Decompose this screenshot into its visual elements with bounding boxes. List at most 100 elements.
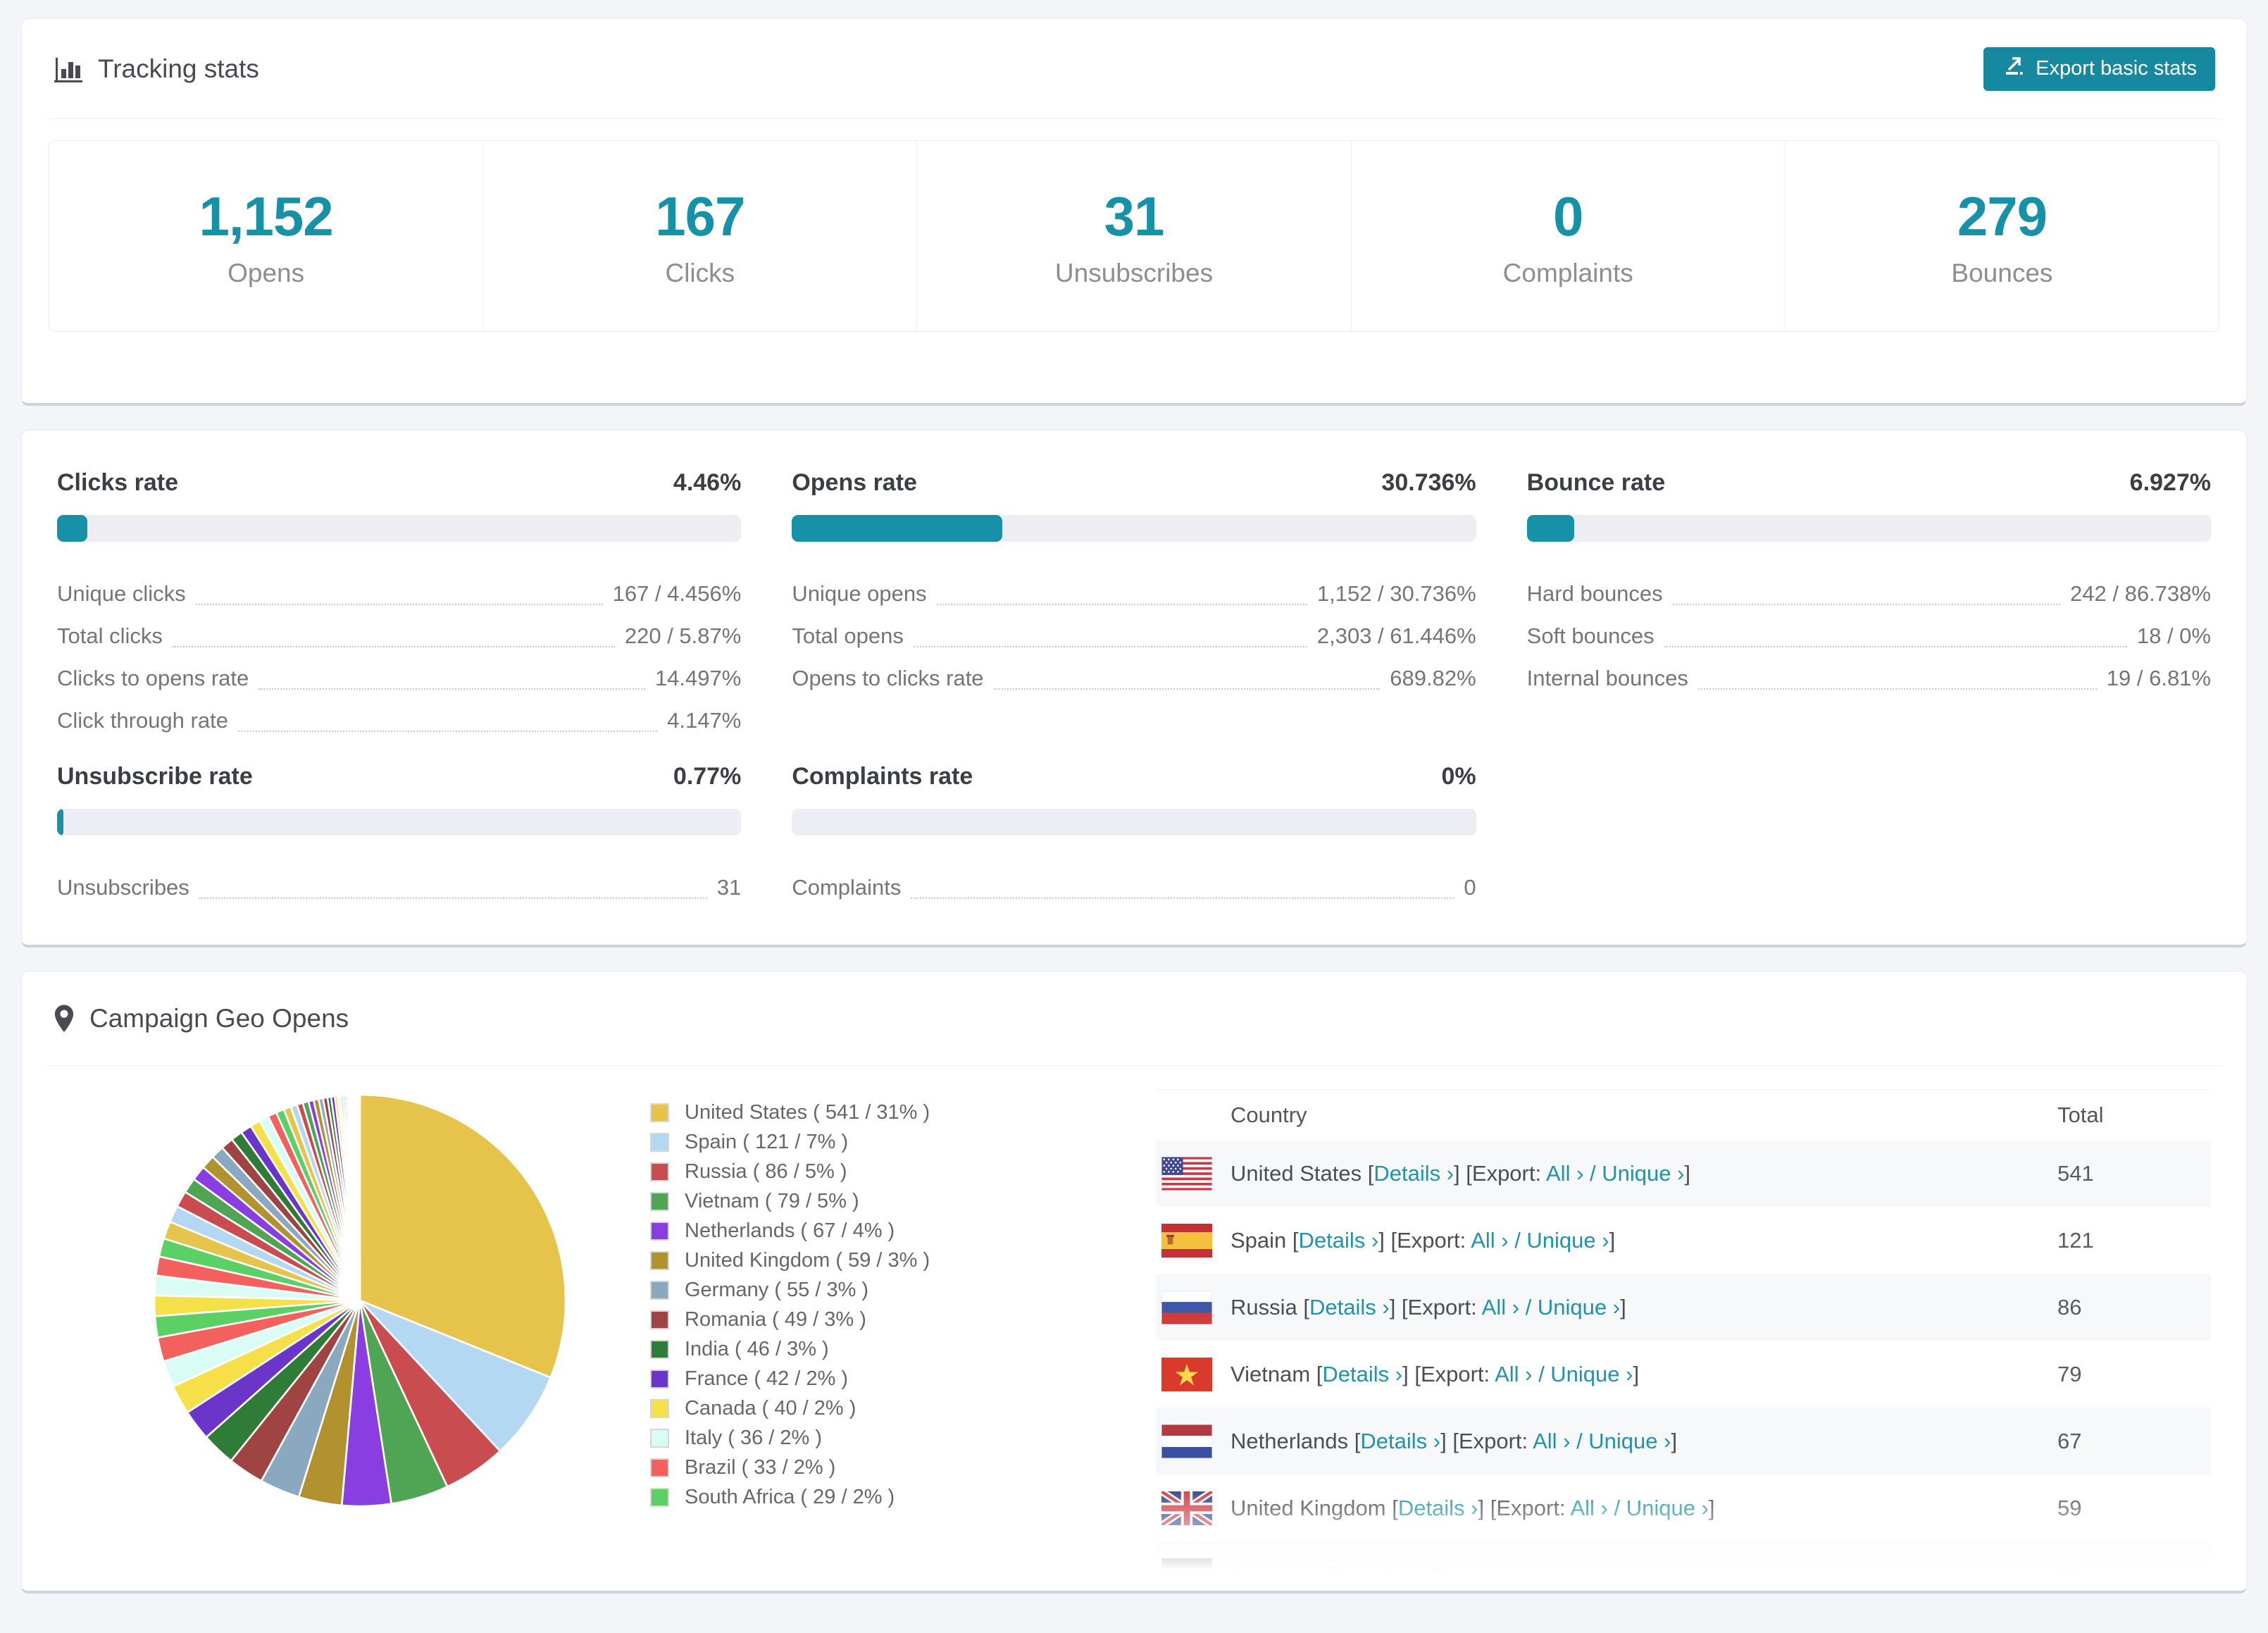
- export-icon: [2002, 54, 2026, 84]
- rate-stat-label: Soft bounces: [1526, 623, 1655, 648]
- legend-label: United Kingdom ( 59 / 3% ): [685, 1248, 930, 1272]
- legend-swatch: [650, 1191, 669, 1211]
- rate-stat-label: Unique clicks: [57, 581, 186, 606]
- progress-track: [57, 809, 742, 836]
- country-name: Vietnam: [1230, 1361, 1316, 1386]
- stat-label: Bounces: [1951, 258, 2053, 287]
- details-link[interactable]: Details ›: [1373, 1161, 1454, 1186]
- export-all-link[interactable]: All ›: [1482, 1295, 1519, 1320]
- country-total: 541: [2057, 1160, 2094, 1186]
- export-all-link[interactable]: All ›: [1504, 1563, 1542, 1587]
- stat-tile-opens: 1,152 Opens: [49, 141, 482, 331]
- rate-value: 4.46%: [673, 469, 742, 496]
- export-unique-link[interactable]: Unique ›: [1561, 1563, 1643, 1587]
- dotted-leader: [936, 604, 1307, 605]
- rate-title: Bounce rate: [1526, 469, 1666, 496]
- export-unique-link[interactable]: Unique ›: [1550, 1362, 1633, 1386]
- legend-label: Netherlands ( 67 / 4% ): [685, 1219, 895, 1242]
- country-total: 86: [2057, 1294, 2082, 1320]
- legend-item: South Africa ( 29 / 2% ): [650, 1482, 1016, 1512]
- legend-swatch: [650, 1487, 669, 1507]
- legend-label: Canada ( 40 / 2% ): [685, 1396, 856, 1420]
- details-link[interactable]: Details ›: [1322, 1362, 1402, 1386]
- bracket: ] [: [1402, 1361, 1421, 1386]
- rate-stat-label: Unique opens: [792, 581, 927, 606]
- rate-title: Opens rate: [792, 469, 917, 496]
- export-unique-link[interactable]: Unique ›: [1626, 1496, 1709, 1520]
- legend-item: United States ( 541 / 31% ): [650, 1098, 1016, 1127]
- rate-stat-value: 18 / 0%: [2136, 623, 2211, 648]
- details-link[interactable]: Details ›: [1360, 1429, 1440, 1453]
- rate-stat-value: 689.82%: [1390, 666, 1476, 690]
- de-flag-icon: [1161, 1558, 1212, 1591]
- rate-section: Complaints rate 0% Complaints 0: [792, 763, 1476, 909]
- legend-label: Russia ( 86 / 5% ): [685, 1160, 847, 1183]
- link-separator: /: [1542, 1562, 1561, 1587]
- legend-label: Spain ( 121 / 7% ): [685, 1130, 849, 1153]
- export-unique-link[interactable]: Unique ›: [1538, 1295, 1620, 1320]
- details-link[interactable]: Details ›: [1333, 1563, 1413, 1587]
- dotted-leader: [911, 898, 1454, 899]
- stat-value: 31: [1104, 185, 1165, 247]
- legend-item: Russia ( 86 / 5% ): [650, 1157, 1016, 1186]
- rate-title-row: Clicks rate 4.46%: [57, 469, 741, 497]
- bracket: [: [1303, 1294, 1309, 1320]
- dotted-leader: [1672, 604, 2061, 605]
- details-link[interactable]: Details ›: [1309, 1295, 1390, 1320]
- bracket: ] [: [1389, 1294, 1408, 1320]
- rates-card: Clicks rate 4.46% Unique clicks 167 / 4.456…: [21, 430, 2247, 948]
- ru-flag-icon: [1161, 1290, 1212, 1324]
- progress-track: [57, 515, 742, 542]
- export-unique-link[interactable]: Unique ›: [1588, 1429, 1671, 1453]
- rate-stat-label: Click through rate: [57, 708, 228, 733]
- export-unique-link[interactable]: Unique ›: [1602, 1161, 1684, 1186]
- table-row: Spain [Details ›] [Export: All › / Uniqu…: [1156, 1207, 2211, 1274]
- legend-label: United States ( 541 / 31% ): [685, 1100, 930, 1124]
- details-link[interactable]: Details ›: [1398, 1496, 1478, 1520]
- link-separator: /: [1607, 1495, 1626, 1520]
- rate-title: Unsubscribe rate: [57, 763, 253, 790]
- tracking-stats-card: Tracking stats Export basic stats 1,152 O…: [21, 18, 2247, 406]
- rate-stat-row: Total opens 2,303 / 61.446%: [792, 615, 1476, 657]
- bracket: [: [1292, 1227, 1299, 1253]
- rate-rows: Hard bounces 242 / 86.738% Soft bounces 18 …: [1527, 573, 2211, 700]
- rate-rows: Unsubscribes 31: [57, 867, 741, 909]
- rate-stat-label: Clicks to opens rate: [57, 666, 249, 690]
- export-all-link[interactable]: All ›: [1533, 1429, 1570, 1453]
- country-cell: United Kingdom [Details ›] [Export: All …: [1230, 1496, 1715, 1521]
- rate-stat-value: 14.497%: [654, 666, 742, 690]
- country-name: United States: [1230, 1160, 1368, 1186]
- legend-swatch: [650, 1132, 669, 1152]
- link-separator: /: [1583, 1160, 1602, 1186]
- country-cell: Vietnam [Details ›] [Export: All › / Uni…: [1230, 1362, 1639, 1387]
- rate-stat-row: Complaints 0: [792, 867, 1476, 909]
- link-separator: /: [1570, 1428, 1589, 1453]
- rate-stat-value: 220 / 5.87%: [624, 623, 742, 648]
- export-unique-link[interactable]: Unique ›: [1526, 1228, 1609, 1253]
- details-link[interactable]: Details ›: [1299, 1228, 1379, 1253]
- rate-stat-row: Clicks to opens rate 14.497%: [57, 657, 741, 700]
- gb-flag-icon: [1161, 1491, 1212, 1525]
- export-all-link[interactable]: All ›: [1495, 1362, 1532, 1386]
- legend-swatch: [650, 1280, 669, 1300]
- legend-label: Romania ( 49 / 3% ): [685, 1308, 866, 1331]
- export-all-link[interactable]: All ›: [1471, 1228, 1508, 1253]
- export-all-link[interactable]: All ›: [1570, 1496, 1607, 1520]
- stat-value: 1,152: [199, 185, 334, 247]
- country-name: Spain: [1230, 1227, 1292, 1253]
- legend-swatch: [650, 1250, 669, 1270]
- legend-swatch: [650, 1428, 669, 1448]
- geo-content: United States ( 541 / 31% ) Spain ( 121 /…: [22, 1066, 2246, 1591]
- legend-swatch: [650, 1369, 669, 1389]
- export-label: Export:: [1431, 1562, 1505, 1587]
- legend-label: Germany ( 55 / 3% ): [685, 1278, 869, 1301]
- export-all-link[interactable]: All ›: [1546, 1161, 1583, 1186]
- rate-stat-value: 242 / 86.738%: [2070, 581, 2211, 606]
- rate-value: 0.77%: [673, 763, 742, 790]
- legend-label: Italy ( 36 / 2% ): [685, 1426, 823, 1449]
- dotted-leader: [172, 646, 615, 647]
- legend-item: Vietnam ( 79 / 5% ): [650, 1186, 1016, 1216]
- bracket: ] [: [1478, 1495, 1497, 1520]
- rate-stat-value: 0: [1464, 875, 1476, 900]
- export-basic-stats-button[interactable]: Export basic stats: [1983, 46, 2215, 91]
